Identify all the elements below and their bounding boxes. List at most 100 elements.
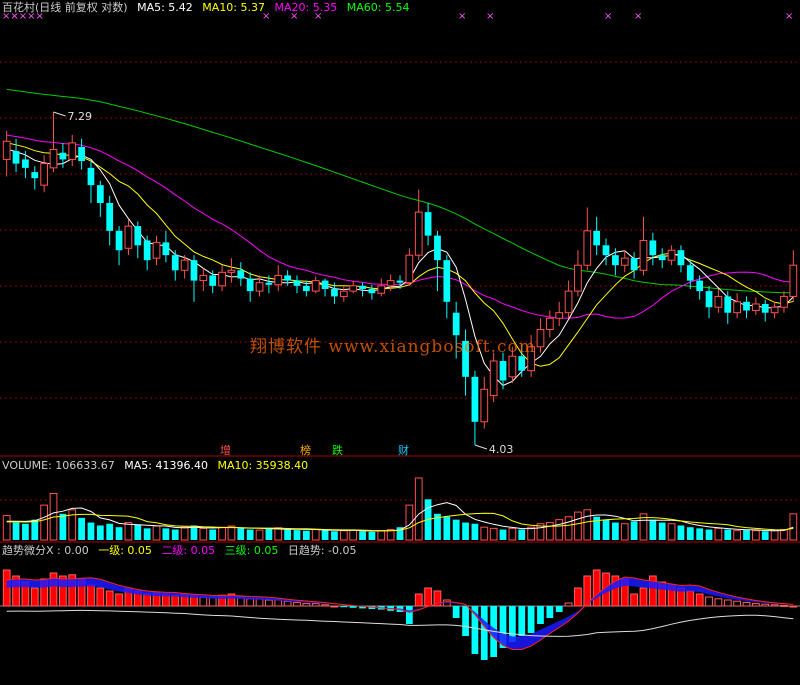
volume-bar xyxy=(751,530,760,541)
chart-stage[interactable]: 7.29 4.03 百花村(日线 前复权 对数) MA5: 5.42 MA10: … xyxy=(0,0,800,681)
candle-body xyxy=(293,280,301,286)
indicator-bar xyxy=(480,606,488,660)
level1-readout: 一级: 0.05 xyxy=(98,544,152,557)
volume-bar xyxy=(649,519,657,540)
candle-body xyxy=(696,280,704,292)
indicator-bar xyxy=(143,593,152,607)
candle-body xyxy=(602,245,610,256)
candle-body xyxy=(545,317,554,330)
slow-trend-line xyxy=(6,609,794,637)
indicator-bar xyxy=(105,590,114,607)
candle-body xyxy=(78,146,85,162)
volume-header: VOLUME: 106633.67 MA5: 41396.40 MA10: 35… xyxy=(2,459,314,472)
volume-bar xyxy=(265,528,273,540)
candle-body xyxy=(405,254,414,284)
candle-body xyxy=(209,275,217,286)
volume-bar xyxy=(40,504,49,541)
volume-bar xyxy=(293,530,301,540)
indicator-bar xyxy=(2,569,11,607)
low-pointer xyxy=(474,444,488,450)
volume-bar xyxy=(134,524,142,540)
volume-bar xyxy=(2,515,11,541)
candle-body xyxy=(96,185,104,203)
volume-bar xyxy=(443,516,451,540)
daily-trend-readout: 日趋势: -0.05 xyxy=(287,544,357,557)
candle-body xyxy=(349,285,358,292)
candle-body xyxy=(583,230,592,266)
ma5-readout: MA5: 5.42 xyxy=(137,1,193,14)
indicator-bar xyxy=(592,569,601,607)
candle-body xyxy=(152,241,161,259)
indicator-bar xyxy=(302,603,311,607)
indicator-bar xyxy=(537,606,544,624)
candle-body xyxy=(620,257,629,266)
volume-bar xyxy=(612,522,619,540)
candle-body xyxy=(265,282,273,285)
candle-body xyxy=(59,152,67,160)
candle-body xyxy=(284,275,291,281)
indicator-bar xyxy=(87,584,95,607)
volume-bar xyxy=(359,531,366,540)
volume-bar xyxy=(106,523,114,540)
volume-bar xyxy=(274,527,283,541)
ma20-readout: MA20: 5.35 xyxy=(274,1,338,14)
signal-label: 财 xyxy=(398,444,409,457)
candle-body xyxy=(2,140,11,160)
candle-body xyxy=(12,151,20,164)
candle-body xyxy=(789,264,798,297)
indicator-bar xyxy=(714,598,723,607)
volume-bar xyxy=(96,525,104,540)
candle-body xyxy=(106,202,114,231)
volume-bar xyxy=(12,522,20,540)
candle-body xyxy=(593,230,601,246)
volume-bar xyxy=(152,525,161,541)
candle-body xyxy=(339,290,348,297)
volume-bar xyxy=(462,522,469,540)
volume-bar xyxy=(489,527,498,541)
indicator-bar xyxy=(199,596,208,607)
volume-bar xyxy=(284,529,291,540)
indicator-bar xyxy=(283,600,292,607)
top-marker: × xyxy=(314,11,323,22)
candle-body xyxy=(471,376,479,422)
volume-bar xyxy=(143,528,151,540)
candle-body xyxy=(227,269,236,273)
top-marker: × xyxy=(290,11,299,22)
volume-bar xyxy=(321,530,329,540)
candle-body xyxy=(564,290,573,314)
candle-body xyxy=(255,282,264,292)
candle-body xyxy=(68,142,77,160)
volume-bar xyxy=(686,527,694,540)
volume-bar xyxy=(31,519,39,540)
candle-body xyxy=(115,230,123,251)
candle-body xyxy=(87,167,95,186)
volume-bar xyxy=(583,509,592,541)
volume-bar xyxy=(377,530,386,541)
indicator-bar xyxy=(321,604,329,607)
volume-bar xyxy=(555,519,564,541)
volume-bar xyxy=(574,511,582,541)
indicator-bar xyxy=(705,596,713,607)
candle-body xyxy=(386,280,395,287)
indicator-bar xyxy=(639,587,648,607)
ma60-readout: MA60: 5.54 xyxy=(346,1,410,14)
volume-bar xyxy=(677,525,685,540)
volume-bar xyxy=(471,523,479,540)
candle-body xyxy=(237,270,245,279)
volume-bar xyxy=(199,527,208,541)
candle-body xyxy=(555,312,564,319)
candle-body xyxy=(536,328,545,348)
high-label: 7.29 xyxy=(68,110,93,123)
candle-body xyxy=(751,303,760,312)
indicator-bar xyxy=(546,606,554,618)
volume-bar xyxy=(724,529,732,540)
volume-bar xyxy=(349,529,358,541)
candle-body xyxy=(443,260,451,302)
candle-body xyxy=(658,255,666,261)
indicator-bar xyxy=(265,599,273,607)
indicator-bar xyxy=(761,603,770,607)
candle-body xyxy=(274,274,283,286)
volume-bar xyxy=(311,529,320,541)
indicator-bar xyxy=(733,600,742,607)
trend-band xyxy=(6,577,794,650)
